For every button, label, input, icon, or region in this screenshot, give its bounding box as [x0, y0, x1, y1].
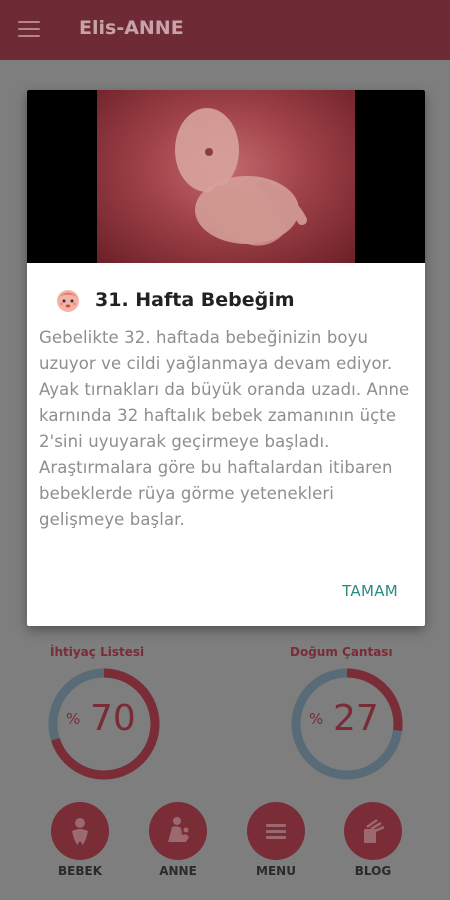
nav-blog-label: BLOG	[354, 864, 392, 878]
dialog-body-text: Gebelikte 32. haftada bebeğinizin boyu u…	[39, 328, 410, 529]
needs-list-value: 70	[90, 698, 136, 739]
app-title: Elis-ANNE	[79, 17, 184, 39]
weekly-info-dialog: 31. Hafta Bebeğim Gebelikte 32. haftada …	[27, 90, 425, 626]
baby-icon	[72, 818, 88, 845]
dialog-title: 31. Hafta Bebeğim	[95, 289, 295, 311]
birth-bag-value: 27	[333, 698, 379, 739]
blog-icon	[364, 818, 385, 843]
dialog-header: 31. Hafta Bebeğim	[55, 286, 295, 314]
nav-baby-button[interactable]	[51, 802, 109, 860]
birth-bag-percent-symbol: %	[309, 710, 324, 728]
hamburger-icon[interactable]	[18, 21, 40, 39]
nav-menu-label: MENU	[256, 864, 296, 878]
birth-bag-label: Doğum Çantası	[290, 645, 393, 659]
ok-button[interactable]: TAMAM	[342, 582, 398, 600]
fetus-image	[97, 90, 355, 263]
menu-icon	[266, 824, 286, 839]
nav-mother-label: ANNE	[159, 864, 197, 878]
needs-list-percent-symbol: %	[66, 710, 81, 728]
needs-list-ring[interactable]: % 70	[48, 668, 160, 780]
baby-face-icon	[57, 290, 79, 312]
nav-blog-button[interactable]	[344, 802, 402, 860]
nav-mother-button[interactable]	[149, 802, 207, 860]
app-bar: Elis-ANNE	[0, 0, 450, 60]
nav-baby-label: BEBEK	[58, 864, 102, 878]
mother-icon	[168, 817, 189, 842]
birth-bag-ring[interactable]: % 27	[291, 668, 403, 780]
needs-list-label: İhtiyaç Listesi	[50, 645, 145, 659]
nav-menu-button[interactable]	[247, 802, 305, 860]
dialog-image-frame	[27, 90, 425, 263]
